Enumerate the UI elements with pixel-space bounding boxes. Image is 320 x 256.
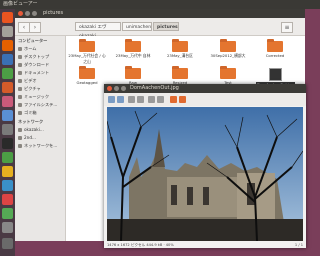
sidebar-item-videos[interactable]: ビデオ: [18, 77, 64, 85]
zoom-normal-icon[interactable]: [148, 96, 155, 103]
video-icon: [18, 79, 22, 83]
folder-icon: [125, 66, 141, 79]
sidebar-item-trash[interactable]: ゴミ箱: [18, 109, 64, 117]
menu-icon[interactable]: ≡: [281, 22, 293, 33]
sidebar-item-home[interactable]: ホーム: [18, 45, 64, 53]
document-icon: [18, 71, 22, 75]
settings-icon[interactable]: [2, 124, 13, 135]
close-icon[interactable]: [18, 11, 23, 16]
sidebar-heading-computer: コンピューター: [18, 38, 48, 43]
terminal-icon[interactable]: [2, 138, 13, 149]
minimize-icon[interactable]: [114, 86, 119, 91]
previous-icon[interactable]: [108, 96, 115, 103]
viewer-toolbar: [104, 93, 306, 106]
desktop-icon: [18, 55, 22, 59]
dash-home-icon[interactable]: [2, 12, 13, 23]
zoom-out-icon[interactable]: [137, 96, 144, 103]
network-icon: [18, 136, 22, 140]
sidebar-item-network-2[interactable]: 2nd...: [18, 134, 64, 142]
folder-icon: [125, 39, 141, 52]
file-item[interactable]: 30Sep2012_横部大: [209, 39, 247, 59]
viewer-title: DomAachenOut.jpg: [130, 85, 179, 91]
folder-icon: [79, 39, 95, 52]
trash-icon[interactable]: [2, 238, 13, 249]
music-icon: [18, 95, 22, 99]
zoom-fit-icon[interactable]: [157, 96, 164, 103]
unity-launcher: [0, 9, 15, 256]
app-icon-c[interactable]: [2, 180, 13, 191]
folder-icon: [220, 39, 236, 52]
image-thumbnail-icon: [268, 68, 282, 81]
places-sidebar: コンピューター ホーム デスクトップ ダウンロード ドキュメント ビデオ ピクチ…: [15, 36, 66, 241]
folder-icon: [172, 66, 188, 79]
sidebar-item-documents[interactable]: ドキュメント: [18, 69, 64, 77]
app-icon-d[interactable]: [2, 194, 13, 205]
sidebar-item-pictures[interactable]: ピクチャ: [18, 85, 64, 93]
app-icon-b[interactable]: [2, 166, 13, 177]
cathedral-photo: [107, 107, 303, 241]
calc-icon[interactable]: [2, 68, 13, 79]
file-item[interactable]: 23May_万代社会 / 心之山: [68, 39, 106, 65]
folder-icon: [267, 39, 283, 52]
ubuntu-one-icon[interactable]: [2, 110, 13, 121]
image-info: 1476 x 1672 ピクセル 444.9 kB · 40%: [107, 243, 174, 247]
top-panel: 画像ビューアー: [0, 0, 320, 9]
sidebar-item-browse-network[interactable]: ネットワークを...: [18, 142, 64, 150]
viewer-statusbar: 1476 x 1672 ピクセル 444.9 kB · 40% 1 / 1: [104, 242, 306, 248]
file-item[interactable]: Raw: [114, 66, 152, 85]
rotate-right-icon[interactable]: [179, 96, 186, 103]
maximize-icon[interactable]: [32, 11, 37, 16]
network-icon: [18, 128, 22, 132]
file-item[interactable]: Geotagged: [68, 66, 106, 85]
forward-icon[interactable]: ›: [29, 22, 41, 33]
sidebar-heading-network: ネットワーク: [18, 119, 44, 124]
file-item[interactable]: Corrected: [256, 39, 294, 58]
file-manager-titlebar: pictures: [15, 9, 305, 18]
app-icon-e[interactable]: [2, 208, 13, 219]
network-icon: [18, 144, 22, 148]
image-viewer-window: DomAachenOut.jpg 1476 x 1672 ピクセル 444.9 …: [104, 84, 306, 248]
file-manager-toolbar: ‹ › okazaki エヴ okazaki unimachen picture…: [15, 18, 305, 39]
window-title: pictures: [43, 10, 64, 16]
viewer-titlebar: DomAachenOut.jpg: [104, 84, 306, 93]
sidebar-item-music[interactable]: ミュージック: [18, 93, 64, 101]
folder-icon: [220, 66, 236, 79]
viewer-image[interactable]: [107, 107, 303, 241]
file-item[interactable]: 23May_万代中 自林: [114, 39, 152, 59]
folder-icon: [79, 66, 95, 79]
picture-icon: [18, 87, 22, 91]
maximize-icon[interactable]: [121, 86, 126, 91]
sidebar-item-downloads[interactable]: ダウンロード: [18, 61, 64, 69]
page-indicator: 1 / 1: [294, 243, 303, 247]
file-item[interactable]: 23May_溝台区: [161, 39, 199, 59]
files-icon[interactable]: [2, 26, 13, 37]
minimize-icon[interactable]: [25, 11, 30, 16]
software-center-icon[interactable]: [2, 96, 13, 107]
trash-icon: [18, 111, 22, 115]
close-icon[interactable]: [107, 86, 112, 91]
active-app-name: 画像ビューアー: [3, 1, 38, 7]
app-icon-a[interactable]: [2, 152, 13, 163]
folder-icon: [172, 39, 188, 52]
breadcrumb-unimachen[interactable]: unimachen: [122, 22, 152, 31]
file-item[interactable]: Test: [209, 66, 247, 85]
writer-icon[interactable]: [2, 54, 13, 65]
next-icon[interactable]: [117, 96, 124, 103]
drive-icon: [18, 103, 22, 107]
sidebar-item-desktop[interactable]: デスクトップ: [18, 53, 64, 61]
download-icon: [18, 63, 22, 67]
file-item[interactable]: Resized: [161, 66, 199, 85]
firefox-icon[interactable]: [2, 40, 13, 51]
rotate-left-icon[interactable]: [170, 96, 177, 103]
workspace-icon[interactable]: [2, 222, 13, 233]
home-icon: [18, 47, 22, 51]
impress-icon[interactable]: [2, 82, 13, 93]
zoom-in-icon[interactable]: [128, 96, 135, 103]
sidebar-item-filesystem[interactable]: ファイルシステ...: [18, 101, 64, 109]
sidebar-item-network-1[interactable]: okazaki...: [18, 126, 64, 134]
breadcrumb-home[interactable]: okazaki エヴ okazaki: [75, 22, 121, 39]
breadcrumb-pictures[interactable]: pictures: [153, 22, 179, 31]
